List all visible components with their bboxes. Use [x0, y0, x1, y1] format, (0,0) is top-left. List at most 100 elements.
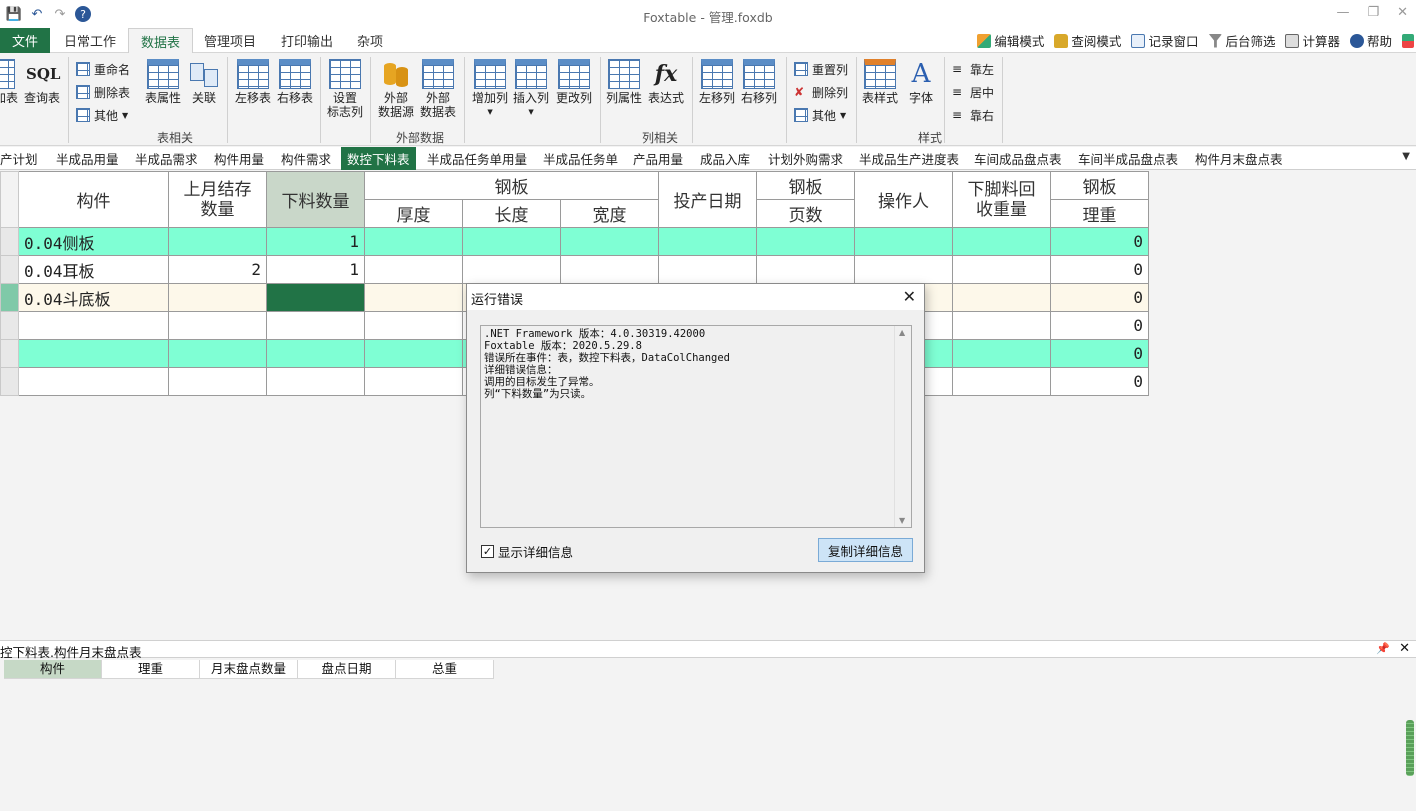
reset-column-button[interactable]: 重置列: [794, 60, 848, 78]
change-column-button[interactable]: 更改列: [556, 59, 592, 105]
show-details-checkbox[interactable]: ✓ 显示详细信息: [481, 542, 573, 561]
external-table-button[interactable]: 外部 数据表: [420, 59, 456, 119]
sheet-tab[interactable]: 半成品需求: [129, 147, 204, 170]
cell-plate-pages[interactable]: [756, 227, 855, 256]
tab-misc[interactable]: 杂项: [345, 28, 395, 53]
restore-icon[interactable]: ❐: [1367, 5, 1379, 20]
align-center-button[interactable]: ≡ 居中: [952, 83, 994, 101]
col-header-theoretical[interactable]: 理重: [1050, 199, 1149, 228]
expression-button[interactable]: fx 表达式: [648, 59, 684, 105]
cell-scrap-weight[interactable]: [952, 311, 1051, 340]
move-column-right-button[interactable]: 右移列: [741, 59, 777, 105]
cell-theoretical[interactable]: 0: [1050, 227, 1149, 256]
edit-mode-button[interactable]: 编辑模式: [977, 31, 1044, 50]
sheet-tab[interactable]: 构件月末盘点表: [1189, 147, 1289, 170]
cell-cut-qty[interactable]: 1: [266, 227, 365, 256]
cell-last-stock[interactable]: [168, 283, 267, 312]
pin-icon[interactable]: 📌: [1376, 642, 1390, 655]
panel-col-header[interactable]: 月末盘点数量: [200, 660, 298, 679]
sheet-tab[interactable]: 半成品生产进度表: [853, 147, 965, 170]
sheet-tab[interactable]: 车间半成品盘点表: [1072, 147, 1184, 170]
background-filter-button[interactable]: 后台筛选: [1208, 31, 1275, 50]
col-header-production-date[interactable]: 投产日期: [658, 171, 757, 228]
minimize-icon[interactable]: —: [1336, 5, 1349, 20]
sheet-tab[interactable]: 构件用量: [208, 147, 270, 170]
cell-last-stock[interactable]: 2: [168, 255, 267, 284]
cell-last-stock[interactable]: [168, 339, 267, 368]
move-column-left-button[interactable]: 左移列: [699, 59, 735, 105]
cell-cut-qty[interactable]: [266, 311, 365, 340]
col-header-component[interactable]: 构件: [18, 171, 169, 228]
table-row[interactable]: 0.04侧板 1 0: [0, 227, 1149, 256]
font-button[interactable]: A 字体: [905, 59, 937, 105]
external-source-button[interactable]: 外部 数据源: [378, 59, 414, 119]
close-icon[interactable]: ✕: [1397, 5, 1408, 20]
cell-component[interactable]: [18, 367, 169, 396]
cell-thickness[interactable]: [364, 255, 463, 284]
col-header-steel-plate[interactable]: 钢板: [364, 171, 659, 200]
sheet-tab[interactable]: 成品入库: [694, 147, 756, 170]
row-header[interactable]: [0, 311, 19, 340]
sql-query-button[interactable]: SQL 查询表: [24, 59, 60, 105]
panel-col-header[interactable]: 总重: [396, 660, 494, 679]
sheet-tab[interactable]: 半成品用量: [50, 147, 125, 170]
copy-details-button[interactable]: 复制详细信息: [818, 538, 913, 562]
cell-length[interactable]: [462, 255, 561, 284]
view-mode-button[interactable]: 查阅模式: [1054, 31, 1121, 50]
table-row[interactable]: 0.04耳板 2 1 0: [0, 255, 1149, 284]
col-header-length[interactable]: 长度: [462, 199, 561, 228]
sheet-tab[interactable]: 产计划: [0, 147, 44, 170]
tab-overflow-chevron-icon[interactable]: ▼: [1402, 151, 1410, 162]
row-header[interactable]: [0, 255, 19, 284]
cell-production-date[interactable]: [658, 255, 757, 284]
close-icon[interactable]: ✕: [903, 287, 916, 306]
tab-print-output[interactable]: 打印输出: [269, 28, 345, 53]
row-header[interactable]: [0, 283, 19, 312]
cell-thickness[interactable]: [364, 283, 463, 312]
cell-cut-qty[interactable]: [266, 339, 365, 368]
file-menu-button[interactable]: 文件: [0, 28, 50, 53]
cell-last-stock[interactable]: [168, 227, 267, 256]
move-table-right-button[interactable]: 右移表: [277, 59, 313, 105]
scroll-down-icon[interactable]: ▼: [899, 516, 905, 525]
move-table-left-button[interactable]: 左移表: [235, 59, 271, 105]
cell-thickness[interactable]: [364, 367, 463, 396]
cell-theoretical[interactable]: 0: [1050, 311, 1149, 340]
insert-column-button[interactable]: 插入列 ▼: [513, 59, 549, 119]
row-header[interactable]: [0, 227, 19, 256]
delete-column-button[interactable]: ✘ 删除列: [794, 83, 848, 101]
cell-production-date[interactable]: [658, 227, 757, 256]
cell-theoretical[interactable]: 0: [1050, 367, 1149, 396]
cell-cut-qty[interactable]: [266, 367, 365, 396]
cell-thickness[interactable]: [364, 311, 463, 340]
column-other-dropdown[interactable]: 其他 ▼: [794, 106, 846, 124]
col-header-plate-pages-top[interactable]: 钢板: [756, 171, 855, 200]
relation-button[interactable]: 关联: [190, 59, 218, 105]
cell-component[interactable]: 0.04侧板: [18, 227, 169, 256]
cell-width[interactable]: [560, 255, 659, 284]
add-column-button[interactable]: 增加列 ▼: [472, 59, 508, 119]
sheet-tab[interactable]: 半成品任务单用量: [421, 147, 533, 170]
cell-last-stock[interactable]: [168, 311, 267, 340]
sheet-tab[interactable]: 产品用量: [627, 147, 689, 170]
cell-scrap-weight[interactable]: [952, 367, 1051, 396]
panel-col-header[interactable]: 构件: [4, 660, 102, 679]
close-icon[interactable]: ✕: [1399, 641, 1410, 656]
cell-component[interactable]: [18, 311, 169, 340]
set-flag-column-button[interactable]: 设置 标志列: [327, 59, 363, 119]
tab-data-table[interactable]: 数据表: [128, 28, 194, 54]
cell-scrap-weight[interactable]: [952, 283, 1051, 312]
column-properties-button[interactable]: 列属性: [606, 59, 642, 105]
align-left-button[interactable]: ≡ 靠左: [952, 60, 994, 78]
tab-manage-project[interactable]: 管理项目: [192, 28, 268, 53]
col-header-thickness[interactable]: 厚度: [364, 199, 463, 228]
cell-thickness[interactable]: [364, 339, 463, 368]
record-window-button[interactable]: 记录窗口: [1131, 31, 1198, 50]
cell-width[interactable]: [560, 227, 659, 256]
corner-header[interactable]: [0, 171, 19, 228]
col-header-scrap-weight[interactable]: 下脚料回 收重量: [952, 171, 1051, 228]
table-style-button[interactable]: 表样式: [862, 59, 898, 105]
col-header-width[interactable]: 宽度: [560, 199, 659, 228]
cell-last-stock[interactable]: [168, 367, 267, 396]
checkmark-icon[interactable]: ✓: [481, 545, 494, 558]
